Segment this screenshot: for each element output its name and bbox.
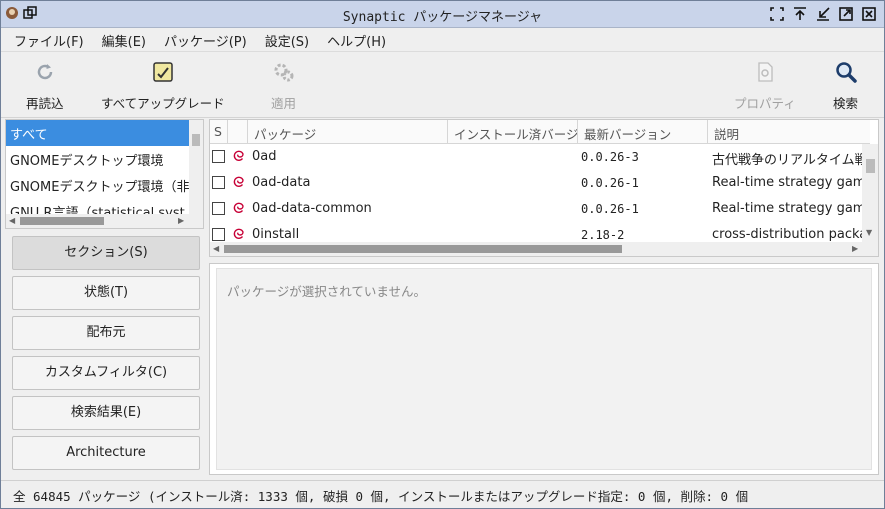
package-description: Real-time strategy game	[712, 201, 863, 216]
package-name: 0ad-data-common	[252, 201, 372, 216]
column-installed-version[interactable]: インストール済バージョン	[448, 120, 578, 144]
menu-file[interactable]: ファイル(F)	[5, 28, 93, 51]
package-name: 0ad-data	[252, 175, 311, 190]
mark-checkbox[interactable]	[212, 228, 225, 241]
scroll-thumb[interactable]	[866, 159, 875, 173]
table-row[interactable]: 0ad 0.0.26-3 古代戦争のリアルタイム戦略ゲーム	[210, 144, 863, 170]
column-source[interactable]	[228, 120, 248, 144]
keep-above-icon[interactable]	[793, 7, 807, 21]
menu-edit[interactable]: 編集(E)	[93, 28, 155, 51]
search-label: 検索	[833, 96, 859, 111]
table-horizontal-scrollbar[interactable]: ◀ ▶	[210, 242, 878, 256]
maximize-icon[interactable]	[839, 7, 853, 21]
close-icon[interactable]	[862, 7, 876, 21]
reload-label: 再読込	[26, 96, 64, 111]
package-table[interactable]: S パッケージ インストール済バージョン 最新バージョン 説明 0ad 0.0.…	[209, 119, 879, 257]
minimize-icon[interactable]	[816, 7, 830, 21]
scroll-down-icon[interactable]: ▼	[866, 228, 872, 237]
scroll-right-icon[interactable]: ▶	[178, 216, 184, 225]
menu-help[interactable]: ヘルプ(H)	[318, 28, 395, 51]
debian-swirl-icon	[231, 226, 247, 242]
properties-button[interactable]: プロパティ	[734, 60, 796, 112]
menu-package[interactable]: パッケージ(P)	[155, 28, 256, 51]
properties-label: プロパティ	[734, 96, 796, 111]
apply-button[interactable]: 適用	[271, 60, 296, 112]
apply-label: 適用	[271, 96, 297, 111]
window-title: Synaptic パッケージマネージャ	[342, 10, 543, 25]
category-item[interactable]: GNOMEデスクトップ環境	[6, 146, 189, 172]
scroll-right-icon[interactable]: ▶	[852, 244, 858, 253]
maximize-corners-icon[interactable]	[770, 7, 784, 21]
search-button[interactable]: 検索	[833, 60, 858, 112]
package-description: Real-time strategy game	[712, 175, 863, 190]
details-text-area[interactable]: パッケージが選択されていません。	[216, 268, 872, 470]
scroll-thumb[interactable]	[224, 245, 622, 253]
mark-checkbox[interactable]	[212, 202, 225, 215]
scroll-thumb[interactable]	[20, 217, 104, 225]
package-description: 古代戦争のリアルタイム戦略ゲーム	[712, 153, 863, 168]
menu-bar: ファイル(F) 編集(E) パッケージ(P) 設定(S) ヘルプ(H)	[1, 28, 884, 52]
latest-version: 0.0.26-1	[581, 202, 639, 216]
mark-checkbox[interactable]	[212, 176, 225, 189]
filter-status-button[interactable]: 状態(T)	[12, 276, 200, 310]
upgrade-all-icon	[151, 60, 175, 84]
apply-icon	[272, 60, 296, 84]
category-list[interactable]: すべて GNOMEデスクトップ環境 GNOMEデスクトップ環境（非 GNU R言…	[5, 119, 204, 229]
column-package[interactable]: パッケージ	[248, 120, 448, 144]
filter-origin-button[interactable]: 配布元	[12, 316, 200, 350]
filter-custom-button[interactable]: カスタムフィルタ(C)	[12, 356, 200, 390]
reload-button[interactable]: 再読込	[26, 60, 64, 112]
debian-swirl-icon	[231, 174, 247, 190]
filter-section-button[interactable]: セクション(S)	[12, 236, 200, 270]
filter-search-results-button[interactable]: 検索結果(E)	[12, 396, 200, 430]
package-name: 0ad	[252, 149, 277, 164]
latest-version: 0.0.26-3	[581, 150, 639, 164]
table-row[interactable]: 0ad-data 0.0.26-1 Real-time strategy gam…	[210, 170, 863, 196]
scroll-left-icon[interactable]: ◀	[213, 244, 219, 253]
filter-buttons: セクション(S) 状態(T) 配布元 カスタムフィルタ(C) 検索結果(E) A…	[12, 236, 200, 476]
table-header: S パッケージ インストール済バージョン 最新バージョン 説明	[210, 120, 870, 144]
title-bar: Synaptic パッケージマネージャ	[1, 1, 884, 28]
no-package-selected-message: パッケージが選択されていません。	[227, 284, 427, 299]
magnifier-icon	[834, 60, 858, 84]
column-latest-version[interactable]: 最新バージョン	[578, 120, 708, 144]
upgrade-all-label: すべてアップグレード	[101, 96, 225, 111]
toolbar: 再読込 すべてアップグレード 適用 プロパティ 検索	[1, 52, 884, 118]
status-bar: 全 64845 パッケージ (インストール済: 1333 個, 破損 0 個, …	[1, 480, 884, 508]
package-name: 0install	[252, 227, 300, 242]
synaptic-window: Synaptic パッケージマネージャ ファイル(F) 編集(E) パッケージ(…	[0, 0, 885, 509]
debian-swirl-icon	[231, 148, 247, 164]
reload-icon	[33, 60, 57, 84]
menu-settings[interactable]: 設定(S)	[256, 28, 318, 51]
column-status[interactable]: S	[210, 120, 228, 144]
table-vertical-scrollbar[interactable]: ▼	[862, 144, 878, 244]
column-description[interactable]: 説明	[708, 120, 870, 144]
filter-architecture-button[interactable]: Architecture	[12, 436, 200, 470]
package-details-pane: パッケージが選択されていません。	[209, 263, 879, 475]
category-item[interactable]: GNOMEデスクトップ環境（非	[6, 172, 189, 198]
category-vertical-scrollbar[interactable]	[189, 120, 203, 214]
scroll-thumb[interactable]	[192, 134, 200, 146]
category-horizontal-scrollbar[interactable]: ◀ ▶	[6, 214, 203, 228]
properties-icon	[753, 60, 777, 84]
latest-version: 0.0.26-1	[581, 176, 639, 190]
debian-swirl-icon	[231, 200, 247, 216]
package-description: cross-distribution packaging	[712, 227, 863, 242]
mark-checkbox[interactable]	[212, 150, 225, 163]
table-row[interactable]: 0ad-data-common 0.0.26-1 Real-time strat…	[210, 196, 863, 222]
upgrade-all-button[interactable]: すべてアップグレード	[101, 60, 225, 112]
latest-version: 2.18-2	[581, 228, 625, 242]
scroll-left-icon[interactable]: ◀	[9, 216, 15, 225]
category-item[interactable]: すべて	[6, 120, 189, 146]
